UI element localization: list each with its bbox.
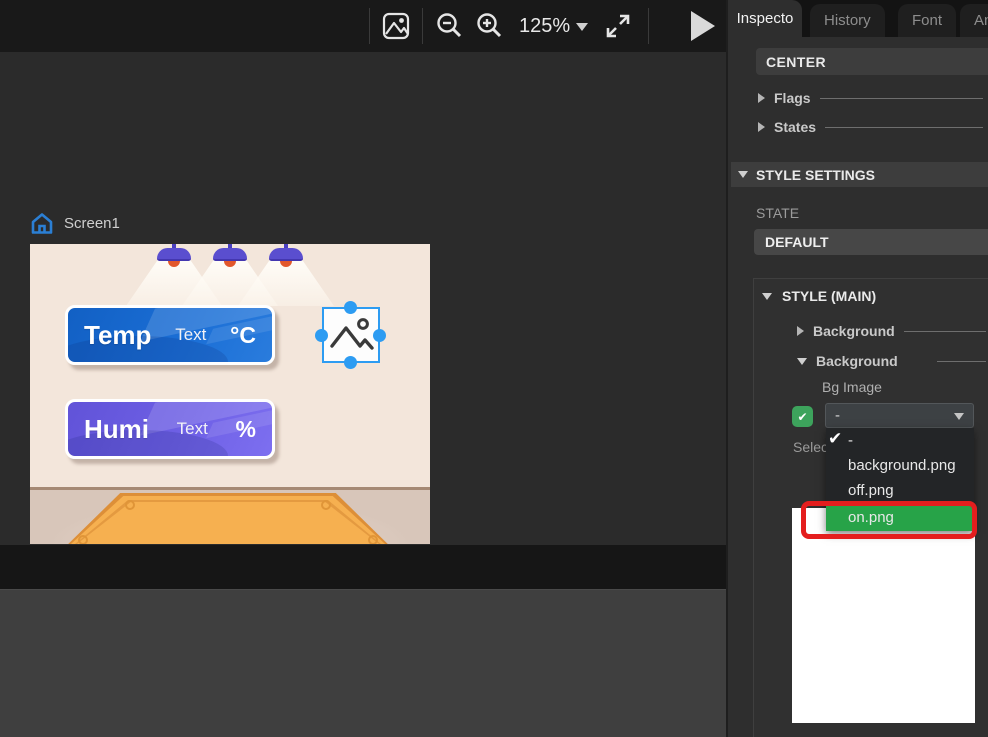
top-toolbar: 125% bbox=[0, 0, 728, 52]
bg-image-dropdown[interactable]: - bbox=[825, 403, 974, 428]
center-section-header[interactable]: CENTER bbox=[756, 48, 988, 75]
background-expanded-toggle[interactable]: Background bbox=[797, 353, 986, 369]
inspector-panel: History Font Ani Inspecto CENTER Flags S… bbox=[728, 0, 988, 737]
temp-label: Temp bbox=[84, 320, 151, 351]
home-icon bbox=[30, 212, 54, 235]
style-settings-header[interactable]: STYLE SETTINGS bbox=[731, 162, 988, 187]
image-mode-button[interactable] bbox=[376, 6, 416, 46]
picture-icon bbox=[381, 11, 411, 41]
chevron-right-icon bbox=[797, 326, 804, 336]
zoom-in-button[interactable] bbox=[469, 6, 509, 46]
background-collapsed-toggle[interactable]: Background bbox=[797, 323, 986, 339]
dropdown-selected-value: - bbox=[835, 407, 840, 424]
style-main-header[interactable]: STYLE (MAIN) bbox=[762, 288, 876, 304]
tab-inspector[interactable]: Inspecto bbox=[728, 0, 802, 37]
inspector-tabbar: History Font Ani Inspecto bbox=[728, 0, 988, 37]
zoom-in-icon bbox=[474, 11, 504, 41]
bg-image-label: Bg Image bbox=[822, 379, 882, 395]
zoom-caret-icon[interactable] bbox=[576, 23, 588, 31]
chevron-down-icon bbox=[797, 358, 807, 365]
design-workspace[interactable]: Screen1 bbox=[0, 52, 726, 545]
temp-unit-label: °C bbox=[230, 322, 256, 349]
toolbar-divider bbox=[369, 8, 370, 44]
humi-unit-label: % bbox=[236, 416, 256, 443]
menu-item-background-png[interactable]: background.png bbox=[826, 453, 974, 478]
chevron-down-icon bbox=[762, 293, 772, 300]
states-section-toggle[interactable]: States bbox=[758, 119, 983, 135]
toolbar-divider bbox=[648, 8, 649, 44]
select-label: Selec bbox=[793, 439, 828, 455]
check-icon: ✔ bbox=[797, 410, 807, 424]
bottom-panel bbox=[0, 589, 726, 737]
temp-widget[interactable]: Temp Text °C bbox=[65, 305, 275, 365]
screen-canvas[interactable]: Temp Text °C Humi Text % bbox=[30, 244, 430, 544]
menu-item-none[interactable]: ✔ - bbox=[826, 428, 974, 453]
image-placeholder-icon bbox=[324, 309, 378, 361]
menu-item-off-png[interactable]: off.png bbox=[826, 478, 974, 503]
tab-animation[interactable]: Ani bbox=[960, 4, 988, 37]
play-icon bbox=[691, 11, 715, 41]
chevron-right-icon bbox=[758, 93, 765, 103]
app-window: 125% Screen1 bbox=[0, 0, 988, 737]
image-preview-area bbox=[792, 508, 975, 723]
selection-handle-bottom[interactable] bbox=[344, 356, 357, 369]
fit-to-screen-button[interactable] bbox=[598, 6, 638, 46]
flags-section-toggle[interactable]: Flags bbox=[758, 90, 983, 106]
zoom-level-value[interactable]: 125% bbox=[509, 15, 574, 38]
selected-image-widget[interactable] bbox=[322, 307, 380, 363]
menu-item-on-png[interactable]: on.png bbox=[826, 503, 974, 531]
screen-header[interactable]: Screen1 bbox=[30, 212, 120, 235]
temp-value-text: Text bbox=[175, 325, 206, 345]
selection-handle-top[interactable] bbox=[344, 301, 357, 314]
chevron-down-icon bbox=[738, 171, 748, 178]
zoom-out-button[interactable] bbox=[429, 6, 469, 46]
selection-handle-left[interactable] bbox=[315, 329, 328, 342]
bottom-bar bbox=[0, 545, 726, 589]
check-icon: ✔ bbox=[828, 429, 842, 449]
chevron-right-icon bbox=[758, 122, 765, 132]
selection-handle-right[interactable] bbox=[373, 329, 386, 342]
dropdown-caret-icon bbox=[954, 413, 964, 420]
bg-image-checkbox[interactable]: ✔ bbox=[792, 406, 813, 427]
zoom-out-icon bbox=[434, 11, 464, 41]
state-default-button[interactable]: DEFAULT bbox=[754, 229, 988, 255]
humi-widget[interactable]: Humi Text % bbox=[65, 399, 275, 459]
tab-history[interactable]: History bbox=[810, 4, 885, 37]
toolbar-divider bbox=[422, 8, 423, 44]
humi-label: Humi bbox=[84, 414, 149, 445]
screen-name-label[interactable]: Screen1 bbox=[64, 215, 120, 232]
humi-value-text: Text bbox=[177, 419, 208, 439]
tab-font[interactable]: Font bbox=[898, 4, 956, 37]
play-button[interactable] bbox=[683, 6, 723, 46]
expand-icon bbox=[603, 11, 633, 41]
bg-image-dropdown-menu: ✔ - background.png off.png on.png bbox=[826, 428, 974, 531]
state-label: STATE bbox=[756, 205, 799, 221]
